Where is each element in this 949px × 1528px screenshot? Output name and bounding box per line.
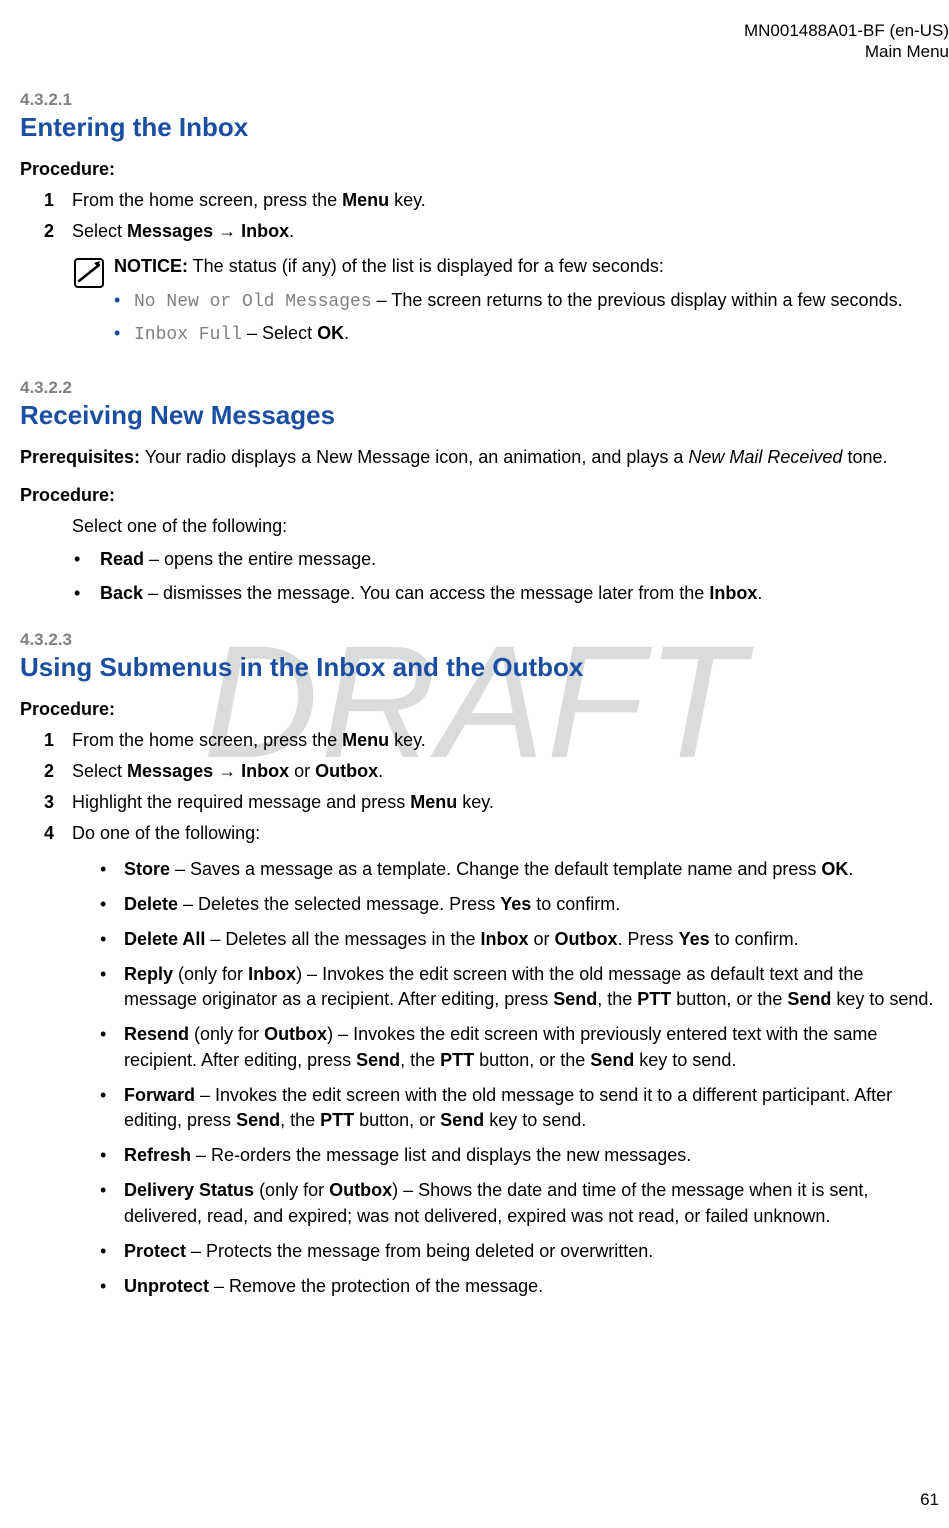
list-item: •Resend (only for Outbox) – Invokes the … [100, 1022, 939, 1072]
list-text: Protect – Protects the message from bein… [124, 1239, 939, 1264]
bullet-icon: • [100, 927, 124, 952]
list-item: •Delete – Deletes the selected message. … [100, 892, 939, 917]
list-item: • Read – opens the entire message. [72, 547, 939, 572]
bullet-icon: • [114, 288, 134, 315]
bullet-icon: • [72, 581, 100, 606]
bullet-icon: • [100, 1083, 124, 1133]
list-text: Forward – Invokes the edit screen with t… [124, 1083, 939, 1133]
list-item: • Back – dismisses the message. You can … [72, 581, 939, 606]
list-item: 2 Select Messages → Inbox. [44, 219, 939, 244]
list-text: Delivery Status (only for Outbox) – Show… [124, 1178, 939, 1228]
prerequisites-text: Prerequisites: Your radio displays a New… [20, 445, 939, 469]
document-page: MN001488A01-BF (en-US) Main Menu DRAFT 4… [0, 0, 949, 1528]
bullet-icon: • [100, 1239, 124, 1264]
step-text: From the home screen, press the Menu key… [72, 188, 939, 213]
step-number: 1 [44, 728, 72, 753]
step-number: 1 [44, 188, 72, 213]
procedure-list: 1 From the home screen, press the Menu k… [44, 728, 939, 1309]
list-item: 1 From the home screen, press the Menu k… [44, 728, 939, 753]
section-title: Using Submenus in the Inbox and the Outb… [20, 652, 939, 683]
procedure-heading: Procedure: [20, 485, 939, 506]
step-text: Select Messages → Inbox. [72, 219, 939, 244]
section-title: Entering the Inbox [20, 112, 939, 143]
list-text: Delete All – Deletes all the messages in… [124, 927, 939, 952]
list-text: Delete – Deletes the selected message. P… [124, 892, 939, 917]
list-item: 3 Highlight the required message and pre… [44, 790, 939, 815]
step-number: 4 [44, 821, 72, 1309]
procedure-heading: Procedure: [20, 699, 939, 720]
page-content: 4.3.2.1 Entering the Inbox Procedure: 1 … [20, 90, 939, 1309]
bullet-icon: • [100, 1143, 124, 1168]
list-text: Inbox Full – Select OK. [134, 321, 939, 348]
step-number: 2 [44, 759, 72, 784]
bullet-icon: • [100, 1274, 124, 1299]
list-item: 2 Select Messages → Inbox or Outbox. [44, 759, 939, 784]
list-text: Read – opens the entire message. [100, 547, 939, 572]
list-text: No New or Old Messages – The screen retu… [134, 288, 939, 315]
list-item: • No New or Old Messages – The screen re… [114, 288, 939, 315]
list-item: •Delete All – Deletes all the messages i… [100, 927, 939, 952]
step-text: Select Messages → Inbox or Outbox. [72, 759, 939, 784]
list-item: •Forward – Invokes the edit screen with … [100, 1083, 939, 1133]
list-item: •Reply (only for Inbox) – Invokes the ed… [100, 962, 939, 1012]
section-title: Receiving New Messages [20, 400, 939, 431]
step-text: Highlight the required message and press… [72, 790, 939, 815]
bullet-icon: • [100, 1022, 124, 1072]
bullet-icon: • [100, 857, 124, 882]
bullet-icon: • [100, 892, 124, 917]
list-text: Store – Saves a message as a template. C… [124, 857, 939, 882]
section-number: 4.3.2.2 [20, 378, 939, 398]
notice-body: NOTICE: The status (if any) of the list … [114, 254, 939, 354]
bullet-icon: • [100, 962, 124, 1012]
step-number: 2 [44, 219, 72, 244]
page-header: MN001488A01-BF (en-US) Main Menu [744, 20, 949, 63]
list-item: 4 Do one of the following: •Store – Save… [44, 821, 939, 1309]
bullet-icon: • [72, 547, 100, 572]
bullet-icon: • [100, 1178, 124, 1228]
intro-text: Select one of the following: [72, 514, 939, 539]
step-text: From the home screen, press the Menu key… [72, 728, 939, 753]
bullet-icon: • [114, 321, 134, 348]
procedure-list: 1 From the home screen, press the Menu k… [44, 188, 939, 244]
list-item: •Store – Saves a message as a template. … [100, 857, 939, 882]
list-item: •Unprotect – Remove the protection of th… [100, 1274, 939, 1299]
list-text: Unprotect – Remove the protection of the… [124, 1274, 939, 1299]
list-item: • Inbox Full – Select OK. [114, 321, 939, 348]
notice-box: NOTICE: The status (if any) of the list … [72, 254, 939, 354]
sub-bullet-list: •Store – Saves a message as a template. … [100, 857, 939, 1300]
list-item: •Protect – Protects the message from bei… [100, 1239, 939, 1264]
page-number: 61 [920, 1490, 939, 1510]
notice-icon [72, 254, 114, 354]
doc-section: Main Menu [744, 41, 949, 62]
step-number: 3 [44, 790, 72, 815]
list-item: 1 From the home screen, press the Menu k… [44, 188, 939, 213]
procedure-heading: Procedure: [20, 159, 939, 180]
notice-list: • No New or Old Messages – The screen re… [114, 288, 939, 348]
section-number: 4.3.2.3 [20, 630, 939, 650]
section-number: 4.3.2.1 [20, 90, 939, 110]
list-text: Resend (only for Outbox) – Invokes the e… [124, 1022, 939, 1072]
list-item: •Delivery Status (only for Outbox) – Sho… [100, 1178, 939, 1228]
list-text: Refresh – Re-orders the message list and… [124, 1143, 939, 1168]
list-item: •Refresh – Re-orders the message list an… [100, 1143, 939, 1168]
list-text: Back – dismisses the message. You can ac… [100, 581, 939, 606]
bullet-list: • Read – opens the entire message. • Bac… [72, 547, 939, 605]
list-text: Reply (only for Inbox) – Invokes the edi… [124, 962, 939, 1012]
doc-id: MN001488A01-BF (en-US) [744, 20, 949, 41]
step-text: Do one of the following: •Store – Saves … [72, 821, 939, 1309]
